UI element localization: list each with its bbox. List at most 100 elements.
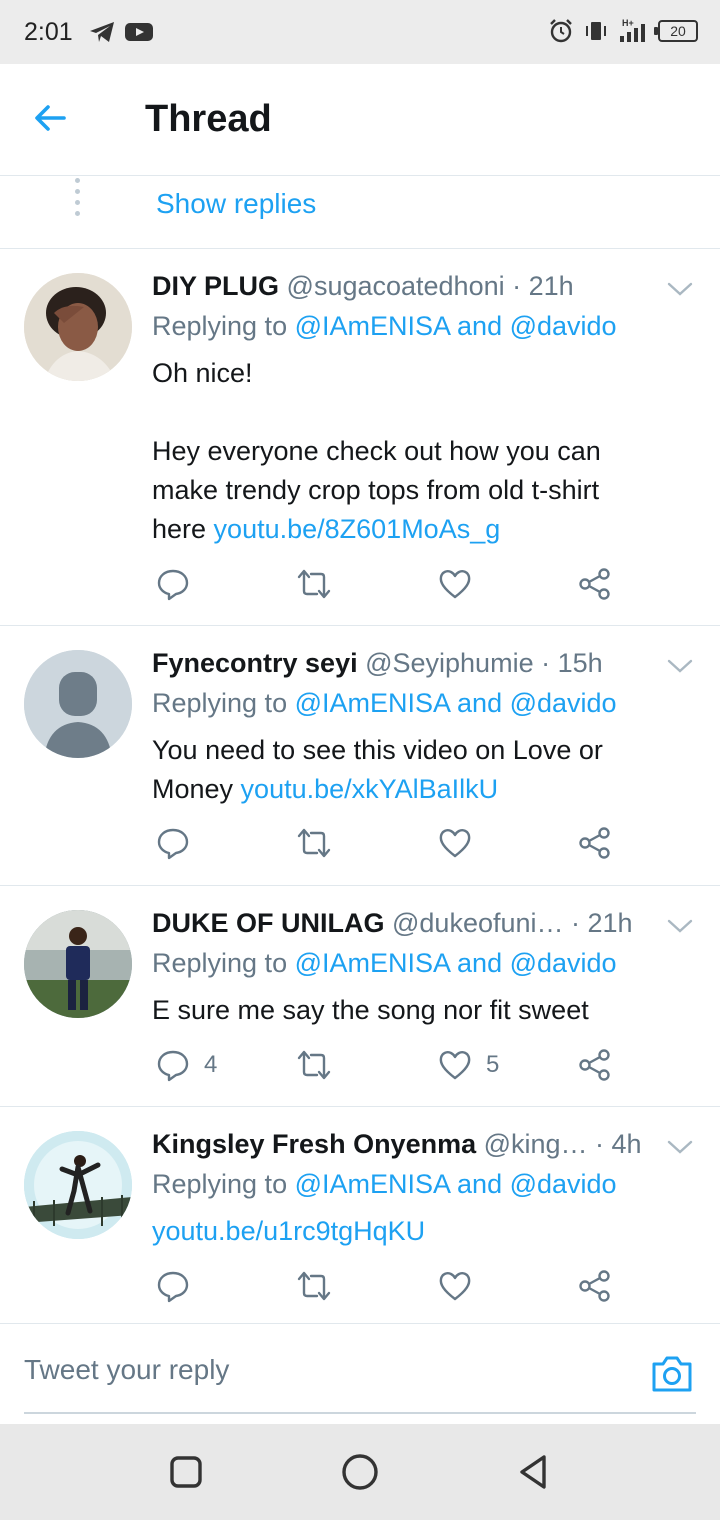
recents-button[interactable] (164, 1450, 208, 1494)
tweet[interactable]: DIY PLUG @sugacoatedhoni · 21h Replying … (0, 249, 720, 626)
avatar[interactable] (24, 650, 132, 758)
like-button[interactable] (438, 567, 472, 601)
like-button[interactable] (438, 1269, 472, 1303)
replying-mentions[interactable]: @IAmENISA and @davido (295, 948, 617, 978)
tweet-text-line: youtu.be/u1rc9tgHqKU (152, 1212, 672, 1251)
chevron-down-icon[interactable] (666, 656, 694, 676)
replying-prefix: Replying to (152, 948, 295, 978)
avatar-image (24, 1131, 132, 1239)
show-replies-row[interactable]: Show replies (0, 176, 720, 249)
retweet-icon (297, 828, 331, 858)
reply-underline (24, 1412, 696, 1414)
avatar-image (24, 273, 132, 381)
retweet-button[interactable] (296, 826, 332, 860)
author-name[interactable]: DUKE OF UNILAG (152, 908, 385, 938)
reply-input[interactable]: Tweet your reply (24, 1354, 229, 1386)
avatar[interactable] (24, 273, 132, 381)
telegram-icon (90, 22, 114, 42)
back-nav-button[interactable] (512, 1450, 556, 1494)
author-handle-time: @sugacoatedhoni · 21h (279, 271, 574, 301)
reply-button[interactable] (156, 826, 190, 860)
author-name[interactable]: Kingsley Fresh Onyenma (152, 1129, 476, 1159)
tweet-text: youtu.be/u1rc9tgHqKU (152, 1212, 672, 1251)
tweet-header: DIY PLUG @sugacoatedhoni · 21h (152, 271, 574, 302)
tweet-text-line: here youtu.be/8Z601MoAs_g (152, 510, 672, 549)
tweet[interactable]: Kingsley Fresh Onyenma @king… · 4h Reply… (0, 1107, 720, 1324)
tweet[interactable]: Fynecontry seyi @Seyiphumie · 15h Replyi… (0, 626, 720, 886)
avatar[interactable] (24, 1131, 132, 1239)
camera-icon (652, 1356, 692, 1392)
reply-button[interactable] (156, 1269, 190, 1303)
replying-mentions[interactable]: @IAmENISA and @davido (295, 311, 617, 341)
author-name[interactable]: Fynecontry seyi (152, 648, 358, 678)
tweet-header: Fynecontry seyi @Seyiphumie · 15h (152, 648, 603, 679)
replying-mentions[interactable]: @IAmENISA and @davido (295, 688, 617, 718)
replying-prefix: Replying to (152, 1169, 295, 1199)
tweet-text-line: You need to see this video on Love or (152, 735, 603, 765)
default-avatar-icon (24, 650, 132, 758)
page-title: Thread (145, 98, 272, 140)
like-count: 5 (486, 1051, 500, 1078)
share-icon (579, 827, 610, 859)
like-icon (439, 1272, 471, 1301)
system-nav-bar (0, 1424, 720, 1520)
author-handle-time: @Seyiphumie · 15h (357, 648, 603, 678)
camera-button[interactable] (650, 1354, 694, 1394)
like-icon (439, 829, 471, 858)
tweet-actions (152, 567, 632, 607)
replying-mentions[interactable]: @IAmENISA and @davido (295, 1169, 617, 1199)
tweet-text: Oh nice! Hey everyone check out how you … (152, 354, 672, 549)
like-button[interactable] (438, 826, 472, 860)
reply-button[interactable]: 4 (156, 1048, 217, 1082)
share-button[interactable] (578, 1269, 612, 1303)
signal-icon: H+ (620, 18, 645, 42)
avatar-image (24, 910, 132, 1018)
author-name[interactable]: DIY PLUG (152, 271, 279, 301)
svg-text:H+: H+ (622, 18, 634, 28)
chevron-down-icon[interactable] (666, 1137, 694, 1157)
replying-prefix: Replying to (152, 688, 295, 718)
vibrate-icon (586, 22, 606, 40)
like-button[interactable]: 5 (438, 1048, 499, 1082)
show-replies-link[interactable]: Show replies (156, 188, 316, 220)
tweet[interactable]: DUKE OF UNILAG @dukeofuni… · 21h Replyin… (0, 886, 720, 1107)
tweet-text-line: Oh nice! (152, 358, 253, 388)
share-button[interactable] (578, 1048, 612, 1082)
reply-icon (157, 828, 189, 860)
tweet-text: You need to see this video on Love or Mo… (152, 731, 672, 809)
share-button[interactable] (578, 567, 612, 601)
tweet-link[interactable]: youtu.be/u1rc9tgHqKU (152, 1216, 425, 1246)
reply-icon (157, 569, 189, 601)
back-button[interactable] (30, 98, 82, 142)
retweet-icon (297, 1271, 331, 1301)
tweet-text-line: make trendy crop tops from old t-shirt (152, 475, 600, 505)
tweet-link[interactable]: youtu.be/xkYAlBaIlkU (241, 774, 499, 804)
reply-button[interactable] (156, 567, 190, 601)
retweet-button[interactable] (296, 567, 332, 601)
more-dots-icon (75, 178, 81, 218)
replying-to: Replying to @IAmENISA and @davido (152, 1169, 617, 1200)
app-bar: Thread (0, 64, 720, 176)
tweet-actions (152, 1269, 632, 1309)
replying-to: Replying to @IAmENISA and @davido (152, 311, 617, 342)
retweet-icon (297, 1050, 331, 1080)
chevron-down-icon[interactable] (666, 916, 694, 936)
triangle-back-icon (520, 1455, 546, 1489)
tweet-actions (152, 826, 632, 866)
chevron-down-icon[interactable] (666, 279, 694, 299)
tweet-link[interactable]: youtu.be/8Z601MoAs_g (214, 514, 501, 544)
avatar[interactable] (24, 910, 132, 1018)
tweet-text-line: E sure me say the song nor fit sweet (152, 995, 589, 1025)
like-icon (439, 570, 471, 599)
tweet-text-line (152, 393, 672, 432)
replying-to: Replying to @IAmENISA and @davido (152, 948, 617, 979)
tweet-text-line: Money youtu.be/xkYAlBaIlkU (152, 770, 672, 809)
author-handle-time: @dukeofuni… · 21h (384, 908, 633, 938)
retweet-button[interactable] (296, 1269, 332, 1303)
like-icon (439, 1051, 471, 1080)
tweet-text-line: Hey everyone check out how you can (152, 436, 601, 466)
share-button[interactable] (578, 826, 612, 860)
home-button[interactable] (338, 1450, 382, 1494)
tweet-actions: 4 5 (152, 1048, 632, 1088)
retweet-button[interactable] (296, 1048, 332, 1082)
